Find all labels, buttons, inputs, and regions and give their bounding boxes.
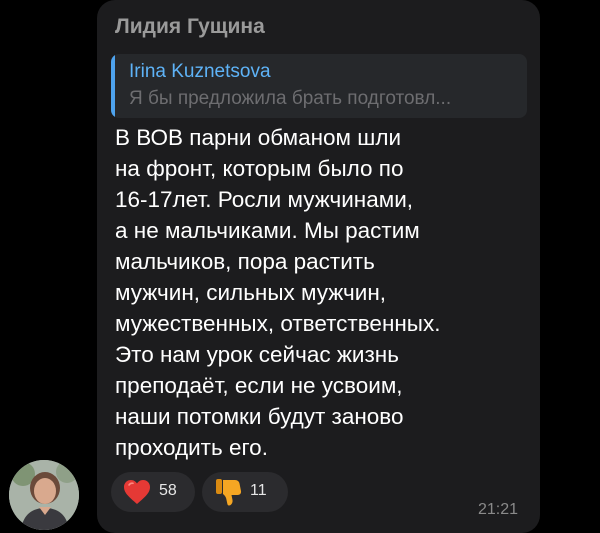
reply-author: Irina Kuznetsova [129, 61, 271, 82]
message-text: В ВОВ парни обманом шли на фронт, которы… [115, 125, 441, 460]
reaction-dislike-button[interactable]: 11 [202, 472, 288, 512]
thumbs-down-icon [216, 479, 242, 506]
avatar-photo [9, 460, 79, 530]
reply-preview: Я бы предложила брать подготовл... [129, 88, 452, 109]
reaction-heart-count: 58 [159, 482, 177, 499]
reply-quote[interactable]: Irina Kuznetsova Я бы предложила брать п… [111, 54, 527, 118]
heart-icon [124, 480, 150, 504]
sender-name[interactable]: Лидия Гущина [115, 15, 265, 39]
reply-accent-bar [111, 54, 115, 118]
avatar[interactable] [9, 460, 79, 530]
reaction-dislike-count: 11 [250, 482, 267, 499]
message-time: 21:21 [478, 501, 519, 518]
reaction-heart-button[interactable]: 58 [111, 472, 195, 512]
